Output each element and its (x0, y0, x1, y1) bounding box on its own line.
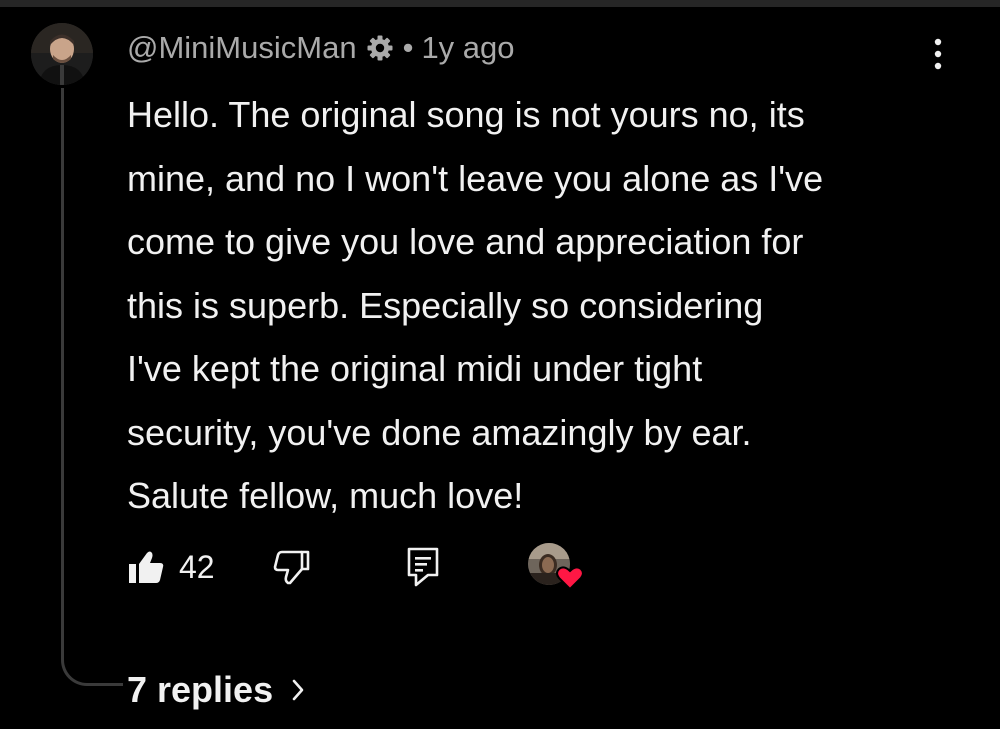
comment-menu-button[interactable] (920, 32, 956, 76)
author-avatar[interactable] (31, 23, 93, 85)
view-replies-button[interactable]: 7 replies (127, 664, 305, 716)
comment-line: security, you've done amazingly by ear. (127, 411, 752, 453)
author-name[interactable]: @MiniMusicMan (127, 30, 357, 66)
replies-label: 7 replies (127, 669, 274, 710)
like-button[interactable]: 42 (127, 547, 215, 587)
chevron-right-icon (291, 678, 305, 702)
more-vert-icon (934, 38, 942, 70)
comment-body: Hello. The original song is not yours no… (127, 83, 987, 528)
dislike-button[interactable] (272, 547, 312, 587)
comment-line: Salute fellow, much love! (127, 475, 524, 516)
like-count: 42 (179, 548, 215, 585)
top-divider (0, 0, 1000, 7)
avatar-image-icon (31, 23, 93, 85)
meta-separator: • (402, 30, 414, 65)
comment-header: @MiniMusicMan • 1y ago (127, 28, 515, 68)
comment-line: come to give you love and appreciation f… (127, 221, 804, 262)
comment-actions: 42 (0, 543, 1000, 591)
gear-badge-icon (365, 33, 395, 63)
comment-line: I've kept the original midi under tight (127, 348, 703, 389)
reply-button[interactable] (404, 545, 444, 589)
comment-line: mine, and no I won't leave you alone as … (127, 157, 824, 199)
reply-thread-line (61, 88, 123, 686)
creator-heart (528, 543, 584, 593)
comment-time: 1y ago (421, 30, 515, 65)
thumbs-up-filled-icon (129, 551, 164, 583)
thumbs-down-outline-icon (273, 550, 310, 585)
comment-line: this is superb. Especially so considerin… (127, 284, 764, 326)
reply-comment-icon (407, 547, 439, 587)
comment-line: Hello. The original song is not yours no… (127, 94, 805, 135)
creator-heart-icon (556, 565, 584, 591)
